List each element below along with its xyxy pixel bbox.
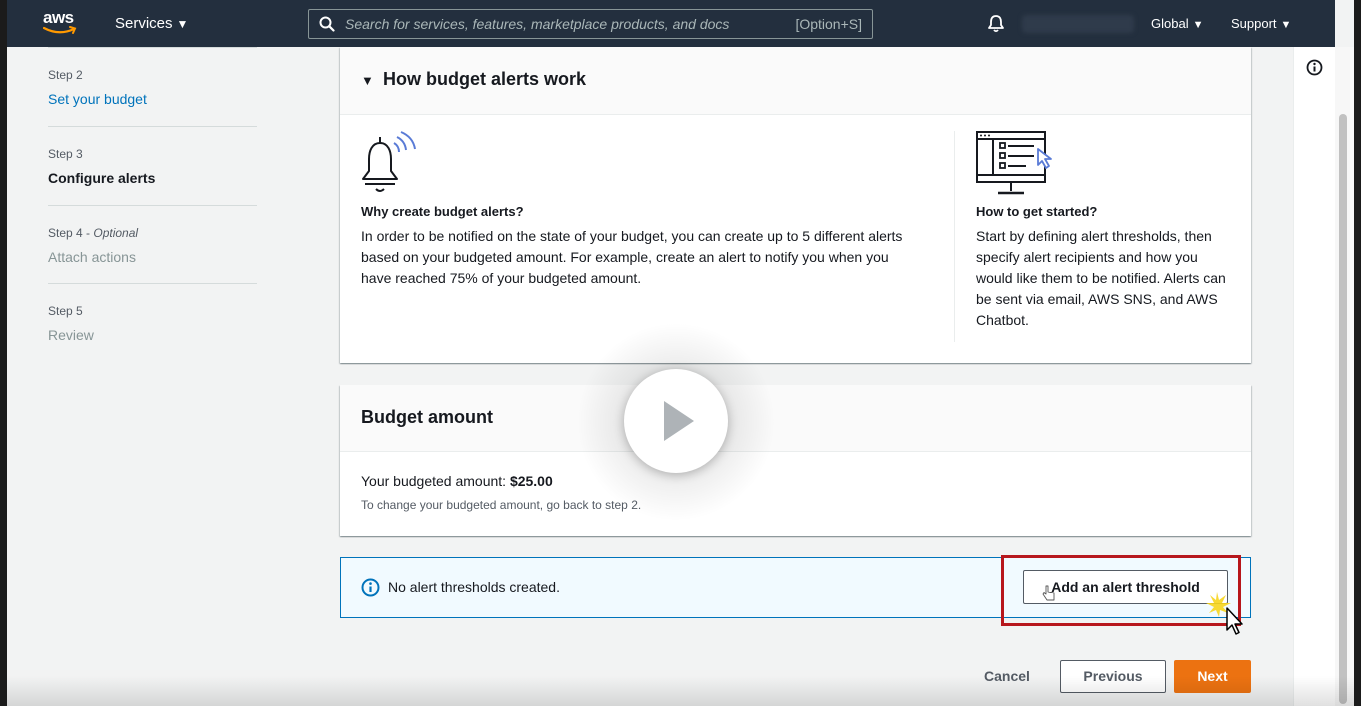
step-label: Step 2 (48, 68, 83, 82)
browser-page: aws Services ▼ Search for services, featu… (7, 0, 1354, 706)
panel-title: How budget alerts work (383, 69, 587, 89)
get-started-heading: How to get started? (976, 204, 1098, 219)
previous-button[interactable]: Previous (1060, 660, 1166, 693)
play-icon (664, 401, 694, 441)
search-bar[interactable]: Search for services, features, marketpla… (308, 9, 873, 39)
search-shortcut-hint: [Option+S] (795, 16, 862, 32)
search-placeholder: Search for services, features, marketpla… (345, 16, 730, 32)
services-label: Services (115, 15, 173, 32)
budgeted-amount-label: Your budgeted amount: (361, 473, 507, 489)
info-panel-icon[interactable] (1306, 59, 1323, 76)
tools-rail (1293, 47, 1335, 706)
step-label: Step 4 - Optional (48, 226, 139, 240)
aws-logo[interactable]: aws (43, 9, 79, 39)
step-set-budget: Step 2 Set your budget (48, 47, 257, 126)
step-number: Step 4 (48, 226, 83, 240)
panel-header[interactable]: ▼ How budget alerts work (340, 47, 1251, 115)
caret-down-icon: ▼ (176, 17, 189, 31)
budgeted-amount-line: Your budgeted amount: $25.00 (361, 473, 553, 489)
scrollbar-thumb[interactable] (1339, 114, 1347, 704)
step-configure-alerts: Step 3 Configure alerts (48, 126, 257, 205)
caret-down-icon: ▼ (1192, 19, 1204, 31)
cancel-button[interactable]: Cancel (977, 660, 1037, 693)
step-title-configure-alerts: Configure alerts (48, 170, 156, 186)
services-menu[interactable]: Services ▼ (115, 15, 188, 32)
account-menu-blurred[interactable] (1022, 15, 1134, 33)
optional-tag: Optional (93, 226, 139, 240)
step-label: Step 3 (48, 147, 83, 161)
budget-hint: To change your budgeted amount, go back … (361, 498, 642, 512)
caret-down-icon: ▼ (1280, 19, 1292, 31)
search-icon (319, 16, 335, 32)
region-label: Global (1151, 16, 1189, 31)
page-scrollbar[interactable] (1335, 47, 1354, 706)
budgeted-amount-value: $25.00 (509, 473, 553, 489)
why-alerts-column: Why create budget alerts? In order to be… (361, 131, 921, 289)
step-title-attach-actions: Attach actions (48, 249, 136, 265)
get-started-text: Start by defining alert thresholds, then… (976, 228, 1226, 328)
get-started-column: How to get started? Start by defining al… (976, 131, 1236, 331)
step-label: Step 5 (48, 304, 83, 318)
notifications-bell-icon[interactable] (987, 14, 1005, 33)
aws-logo-text: aws (43, 8, 74, 27)
step-review: Step 5 Review (48, 283, 257, 361)
region-menu[interactable]: Global ▼ (1151, 16, 1203, 31)
step-attach-actions: Step 4 - Optional Attach actions (48, 205, 257, 283)
hand-pointer-icon (1042, 585, 1055, 601)
no-thresholds-message: No alert thresholds created. (388, 579, 560, 595)
mouse-cursor-icon (1206, 592, 1243, 635)
info-icon (361, 578, 380, 597)
why-alerts-heading: Why create budget alerts? (361, 204, 524, 219)
column-divider (954, 131, 955, 342)
budget-amount-panel: Budget amount Your budgeted amount: $25.… (340, 385, 1251, 536)
monitor-list-icon (976, 131, 1052, 195)
why-alerts-text: In order to be notified on the state of … (361, 228, 903, 286)
panel-title: Budget amount (361, 407, 493, 427)
next-button[interactable]: Next (1174, 660, 1251, 693)
support-menu[interactable]: Support ▼ (1231, 16, 1291, 31)
expand-caret-icon[interactable]: ▼ (361, 73, 374, 88)
video-play-button[interactable] (624, 369, 728, 473)
step-link-set-budget[interactable]: Set your budget (48, 91, 147, 107)
how-alerts-work-panel: ▼ How budget alerts work Why create budg… (340, 47, 1251, 363)
panel-header: Budget amount (340, 385, 1251, 452)
bell-alert-icon (362, 131, 416, 192)
support-label: Support (1231, 16, 1277, 31)
top-navigation: aws Services ▼ Search for services, featu… (7, 0, 1335, 47)
step-title-review: Review (48, 327, 94, 343)
aws-smile-icon (43, 26, 77, 34)
